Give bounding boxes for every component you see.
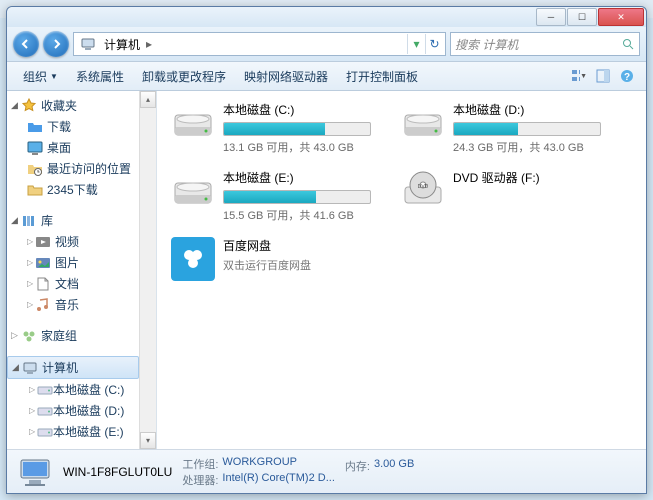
explorer-window: ─ ☐ ✕ 计算机 ▸ ▾ ↻ 搜索 计算机 组织▼ 系统属性 卸载或更改程序 [6, 6, 647, 494]
titlebar: ─ ☐ ✕ [7, 7, 646, 27]
body: ▴▾ ◢收藏夹 下载 桌面 最近访问的位置 2345下载 ◢库 ▷视频 ▷图片 … [7, 91, 646, 449]
baidu-icon [171, 237, 215, 281]
drive-d[interactable]: 本地磁盘 (D:) 24.3 GB 可用，共 43.0 GB [401, 101, 601, 155]
refresh-button[interactable]: ↻ [425, 34, 443, 54]
tiles-icon [571, 68, 580, 84]
cpu-label: 处理器: [182, 472, 218, 488]
chevron-right-icon[interactable]: ▸ [144, 37, 154, 51]
search-icon [622, 38, 635, 51]
address-segment[interactable]: 计算机 [100, 36, 144, 53]
address-bar[interactable]: 计算机 ▸ ▾ ↻ [73, 32, 446, 56]
hdd-icon [171, 101, 215, 145]
drive-c[interactable]: 本地磁盘 (C:) 13.1 GB 可用，共 43.0 GB [171, 101, 371, 155]
capacity-text: 15.5 GB 可用，共 41.6 GB [223, 207, 371, 223]
sidebar-item-downloads[interactable]: 下载 [7, 116, 139, 137]
preview-pane-button[interactable] [592, 65, 614, 87]
drive-dvd[interactable]: DVD DVD 驱动器 (F:) [401, 169, 601, 223]
folder-icon [27, 119, 43, 135]
drive-icon [37, 424, 53, 440]
sidebar-item-2345[interactable]: 2345下载 [7, 179, 139, 200]
workgroup-label: 工作组: [182, 456, 218, 472]
system-properties-button[interactable]: 系统属性 [68, 65, 132, 88]
search-placeholder: 搜索 计算机 [455, 36, 518, 53]
sidebar-item-desktop[interactable]: 桌面 [7, 137, 139, 158]
back-button[interactable] [13, 31, 39, 57]
dvd-icon: DVD [401, 169, 445, 213]
organize-button[interactable]: 组织▼ [15, 65, 66, 88]
library-icon [21, 213, 37, 229]
drive-e[interactable]: 本地磁盘 (E:) 15.5 GB 可用，共 41.6 GB [171, 169, 371, 223]
app-label: 百度网盘 [223, 237, 311, 254]
sidebar: ▴▾ ◢收藏夹 下载 桌面 最近访问的位置 2345下载 ◢库 ▷视频 ▷图片 … [7, 91, 157, 449]
memory-value: 3.00 GB [374, 458, 414, 474]
hdd-icon [401, 101, 445, 145]
toolbar: 组织▼ 系统属性 卸载或更改程序 映射网络驱动器 打开控制面板 ▼ ? [7, 61, 646, 91]
baidu-netdisk[interactable]: 百度网盘 双击运行百度网盘 [171, 237, 371, 281]
svg-text:DVD: DVD [418, 184, 429, 190]
drive-label: 本地磁盘 (C:) [223, 101, 371, 118]
workgroup-value: WORKGROUP [222, 456, 297, 472]
map-drive-button[interactable]: 映射网络驱动器 [236, 65, 336, 88]
hdd-icon [171, 169, 215, 213]
picture-icon [35, 255, 51, 271]
drive-label: 本地磁盘 (E:) [223, 169, 371, 186]
status-bar: WIN-1F8FGLUT0LU 工作组:WORKGROUP 处理器:Intel(… [7, 449, 646, 493]
arrow-right-icon [50, 38, 62, 50]
computer-large-icon [17, 454, 53, 490]
view-mode-button[interactable]: ▼ [568, 65, 590, 87]
search-box[interactable]: 搜索 计算机 [450, 32, 640, 56]
nav-row: 计算机 ▸ ▾ ↻ 搜索 计算机 [7, 27, 646, 61]
homegroup-icon [21, 328, 37, 344]
capacity-bar [453, 122, 601, 136]
forward-button[interactable] [43, 31, 69, 57]
cpu-value: Intel(R) Core(TM)2 D... [222, 472, 334, 488]
sidebar-item-music[interactable]: ▷音乐 [7, 294, 139, 315]
drive-icon [37, 382, 53, 398]
control-panel-button[interactable]: 打开控制面板 [338, 65, 426, 88]
video-icon [35, 234, 51, 250]
preview-icon [596, 69, 610, 83]
drive-label: 本地磁盘 (D:) [453, 101, 601, 118]
content-pane[interactable]: 本地磁盘 (C:) 13.1 GB 可用，共 43.0 GB 本地磁盘 (D:)… [157, 91, 646, 449]
app-subtitle: 双击运行百度网盘 [223, 257, 311, 273]
sidebar-homegroup[interactable]: ▷家庭组 [7, 325, 139, 346]
minimize-button[interactable]: ─ [536, 8, 566, 26]
memory-label: 内存: [345, 458, 370, 474]
maximize-button[interactable]: ☐ [567, 8, 597, 26]
sidebar-item-documents[interactable]: ▷文档 [7, 273, 139, 294]
folder-icon [27, 182, 43, 198]
document-icon [35, 276, 51, 292]
drive-label: DVD 驱动器 (F:) [453, 169, 601, 186]
sidebar-scrollbar[interactable]: ▴▾ [139, 91, 156, 449]
computer-icon [22, 360, 38, 376]
capacity-text: 13.1 GB 可用，共 43.0 GB [223, 139, 371, 155]
uninstall-button[interactable]: 卸载或更改程序 [134, 65, 234, 88]
svg-text:?: ? [624, 72, 630, 83]
recent-icon [27, 161, 43, 177]
arrow-left-icon [20, 38, 32, 50]
help-icon: ? [620, 69, 634, 83]
sidebar-item-pictures[interactable]: ▷图片 [7, 252, 139, 273]
sidebar-libraries[interactable]: ◢库 [7, 210, 139, 231]
capacity-text: 24.3 GB 可用，共 43.0 GB [453, 139, 601, 155]
capacity-bar [223, 122, 371, 136]
sidebar-item-drive-d[interactable]: ▷本地磁盘 (D:) [7, 400, 139, 421]
sidebar-item-drive-c[interactable]: ▷本地磁盘 (C:) [7, 379, 139, 400]
sidebar-favorites[interactable]: ◢收藏夹 [7, 95, 139, 116]
music-icon [35, 297, 51, 313]
help-button[interactable]: ? [616, 65, 638, 87]
computer-icon [80, 36, 96, 52]
close-button[interactable]: ✕ [598, 8, 644, 26]
capacity-bar [223, 190, 371, 204]
sidebar-item-drive-e[interactable]: ▷本地磁盘 (E:) [7, 421, 139, 442]
desktop-icon [27, 140, 43, 156]
address-dropdown[interactable]: ▾ [407, 34, 425, 54]
sidebar-item-recent[interactable]: 最近访问的位置 [7, 158, 139, 179]
drive-icon [37, 403, 53, 419]
star-icon [21, 98, 37, 114]
sidebar-computer[interactable]: ◢计算机 [7, 356, 139, 379]
computer-name: WIN-1F8FGLUT0LU [63, 465, 172, 479]
sidebar-item-video[interactable]: ▷视频 [7, 231, 139, 252]
